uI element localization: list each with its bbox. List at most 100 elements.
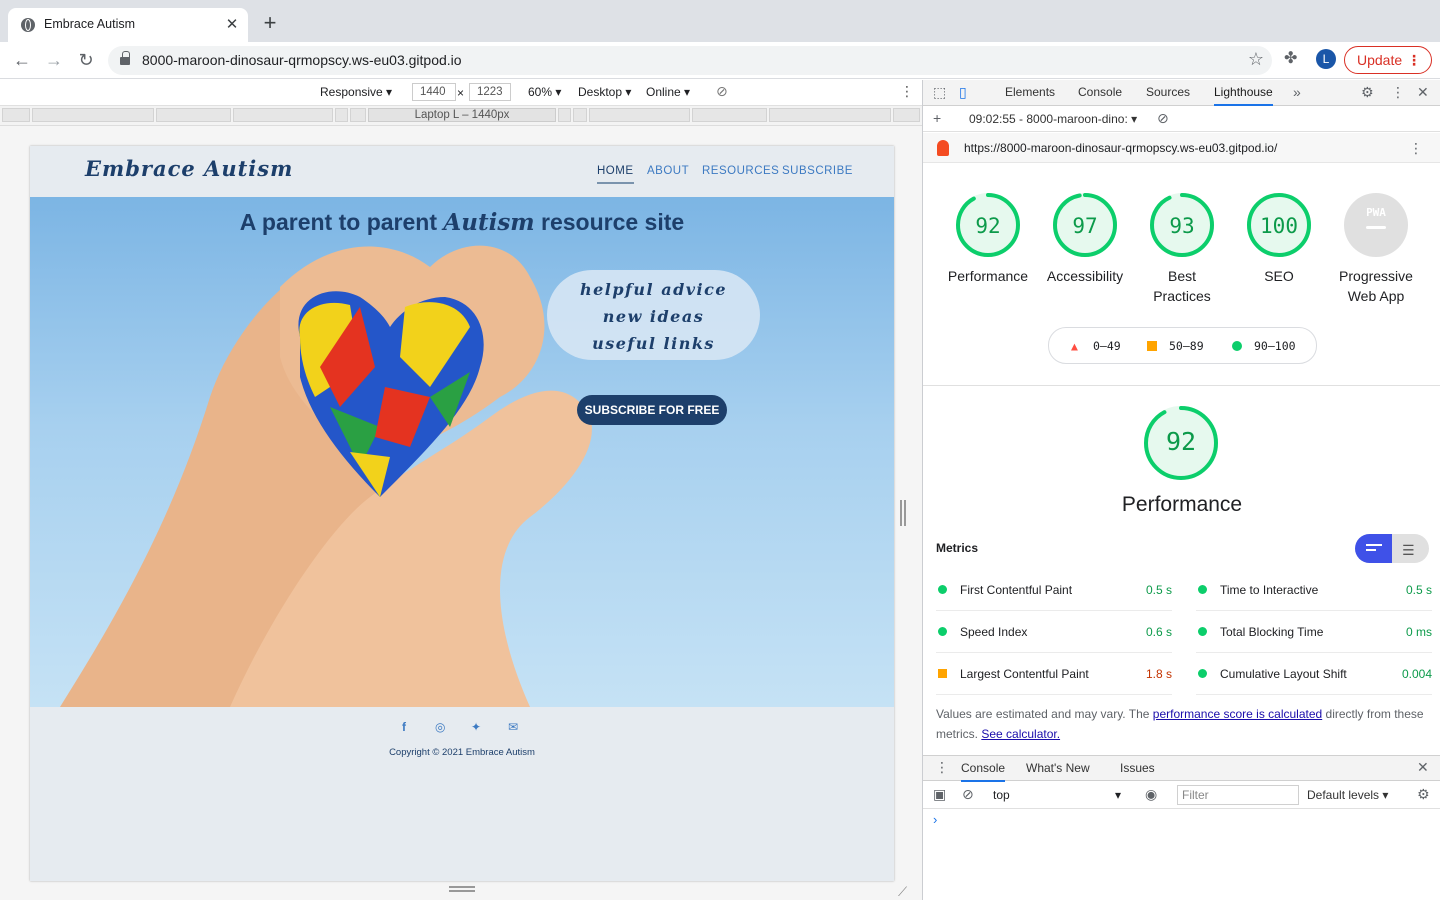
eye-icon[interactable]: ◉ [1145, 786, 1157, 803]
mq-segment[interactable] [156, 108, 231, 122]
gauge-accessibility[interactable]: 97 Accessibility [1042, 192, 1128, 286]
mq-segment[interactable] [350, 108, 366, 122]
gauge-best-practices[interactable]: 93 Best Practices [1139, 192, 1225, 306]
devtools-tabbar: ⬚ ▯ Elements Console Sources Lighthouse … [923, 80, 1440, 106]
mq-segment[interactable] [769, 108, 891, 122]
site-logo[interactable]: Embrace Autism [85, 156, 293, 181]
mq-segment[interactable] [692, 108, 767, 122]
facebook-icon[interactable]: f [402, 720, 406, 734]
report-selector[interactable]: 09:02:55 - 8000-maroon-dino: ▾ [969, 112, 1137, 126]
gauge-seo[interactable]: 100 SEO [1236, 192, 1322, 286]
drawer-tab-console[interactable]: Console [961, 761, 1006, 782]
device-toggle-icon[interactable]: ▯ [959, 84, 967, 101]
average-square-icon [1147, 341, 1157, 351]
tab-elements[interactable]: Elements [1005, 85, 1055, 99]
rotate-icon[interactable]: ⊘ [716, 83, 728, 100]
metric-name: Cumulative Layout Shift [1220, 667, 1347, 681]
metrics-view-toggle[interactable]: ☰ [1355, 534, 1429, 563]
mq-segment[interactable] [893, 108, 920, 122]
close-devtools-icon[interactable]: ✕ [1417, 84, 1429, 101]
device-more-icon[interactable]: ⋮ [900, 83, 914, 100]
score-calculated-link[interactable]: performance score is calculated [1153, 707, 1322, 721]
report-menu-icon[interactable]: ⋮ [1409, 140, 1423, 157]
update-label: Update [1357, 52, 1403, 68]
sidebar-toggle-icon[interactable]: ▣ [933, 786, 946, 803]
expanded-view-icon[interactable]: ☰ [1402, 542, 1415, 559]
console-filter-input[interactable]: Filter [1177, 785, 1299, 805]
corner-resize-icon[interactable]: ⟋ [898, 884, 907, 900]
forward-icon[interactable]: → [42, 48, 66, 72]
tab-console[interactable]: Console [1078, 85, 1122, 99]
width-resize-handle[interactable] [900, 500, 906, 526]
inspect-element-icon[interactable]: ⬚ [933, 84, 946, 101]
clear-console-icon[interactable]: ⊘ [962, 786, 974, 803]
gauge-label: Best Practices [1153, 268, 1211, 304]
metric-name: Largest Contentful Paint [960, 667, 1089, 681]
width-input[interactable]: 1440 [412, 83, 456, 101]
globe-icon [21, 18, 35, 32]
nav-subscribe[interactable]: SUBSCRIBE [782, 165, 853, 177]
tab-sources[interactable]: Sources [1146, 85, 1190, 99]
settings-gear-icon[interactable]: ⚙ [1361, 84, 1374, 101]
profile-avatar[interactable]: L [1316, 49, 1336, 69]
email-icon[interactable]: ✉ [508, 720, 518, 734]
gauge-performance[interactable]: 92 Performance [945, 192, 1031, 286]
nav-resources[interactable]: RESOURCES [702, 165, 779, 177]
nav-home[interactable]: HOME [597, 165, 634, 184]
device-toolbar: Responsive ▾ 1440 × 1223 60% ▾ Desktop ▾… [0, 80, 922, 106]
throttle-dropdown[interactable]: Online ▾ [646, 85, 690, 99]
more-tabs-icon[interactable]: » [1293, 84, 1301, 100]
mq-segment[interactable] [335, 108, 348, 122]
address-bar[interactable]: 8000-maroon-dinosaur-qrmopscy.ws-eu03.gi… [108, 46, 1272, 75]
lock-icon[interactable] [120, 51, 130, 66]
back-icon[interactable]: ← [10, 48, 34, 72]
context-select[interactable]: top ▾ [993, 785, 1127, 805]
extensions-puzzle-icon[interactable]: ✤ [1284, 48, 1297, 68]
responsive-label: Responsive [320, 85, 383, 99]
hero-title-part: A parent to parent [239, 209, 444, 235]
legend-range-average: 50–89 [1169, 339, 1204, 353]
compact-view-icon[interactable] [1355, 534, 1392, 563]
metric-row: First Contentful Paint 0.5 s [936, 569, 1172, 611]
subscribe-for-free-button[interactable]: SUBSCRIBE FOR FREE [577, 395, 727, 425]
clear-reports-icon[interactable]: ⊘ [1157, 110, 1169, 127]
twitter-icon[interactable]: ✦ [471, 720, 481, 734]
report-url[interactable]: https://8000-maroon-dinosaur-qrmopscy.ws… [964, 141, 1277, 155]
console-settings-icon[interactable]: ⚙ [1417, 786, 1430, 803]
instagram-icon[interactable]: ◎ [435, 720, 445, 734]
new-tab-button[interactable]: + [258, 12, 282, 36]
zoom-dropdown[interactable]: 60% ▾ [528, 85, 561, 99]
gauge-progressive-web-app[interactable]: PWA Progressive Web App [1333, 192, 1419, 306]
log-levels-dropdown[interactable]: Default levels ▾ [1307, 788, 1388, 802]
devtools-menu-icon[interactable]: ⋮ [1391, 84, 1405, 101]
mq-segment[interactable] [558, 108, 571, 122]
update-button[interactable]: Update ⋮ [1344, 46, 1432, 74]
responsive-dropdown[interactable]: Responsive ▾ [320, 85, 392, 99]
reload-icon[interactable]: ↻ [74, 48, 98, 72]
close-drawer-icon[interactable]: ✕ [1417, 759, 1429, 776]
bookmark-star-icon[interactable]: ☆ [1248, 49, 1264, 70]
mq-segment[interactable] [32, 108, 154, 122]
nav-about[interactable]: ABOUT [647, 165, 689, 177]
mq-segment[interactable] [233, 108, 333, 122]
mq-segment[interactable] [589, 108, 690, 122]
drawer-tab-whats-new[interactable]: What's New [1026, 761, 1090, 775]
drawer-menu-icon[interactable]: ⋮ [935, 759, 949, 776]
close-tab-icon[interactable]: ✕ [222, 15, 242, 35]
tab-lighthouse[interactable]: Lighthouse [1214, 85, 1273, 106]
height-input[interactable]: 1223 [469, 83, 511, 101]
console-prompt-icon[interactable]: › [933, 812, 937, 827]
new-report-icon[interactable]: + [933, 110, 941, 126]
pass-circle-icon [938, 627, 947, 636]
tagline-cloud: helpful advice new ideas useful links [547, 270, 760, 360]
mq-segment[interactable] [573, 108, 587, 122]
gauge-score: PWA [1366, 206, 1386, 219]
drawer-tab-issues[interactable]: Issues [1120, 761, 1155, 775]
mq-segment[interactable] [2, 108, 30, 122]
see-calculator-link[interactable]: See calculator. [981, 727, 1060, 741]
device-type-dropdown[interactable]: Desktop ▾ [578, 85, 631, 99]
browser-tab[interactable]: Embrace Autism ✕ [8, 8, 248, 42]
media-query-label[interactable]: Laptop L – 1440px [368, 108, 556, 122]
copyright-text: Copyright © 2021 Embrace Autism [389, 747, 535, 758]
height-resize-handle[interactable] [449, 886, 475, 892]
